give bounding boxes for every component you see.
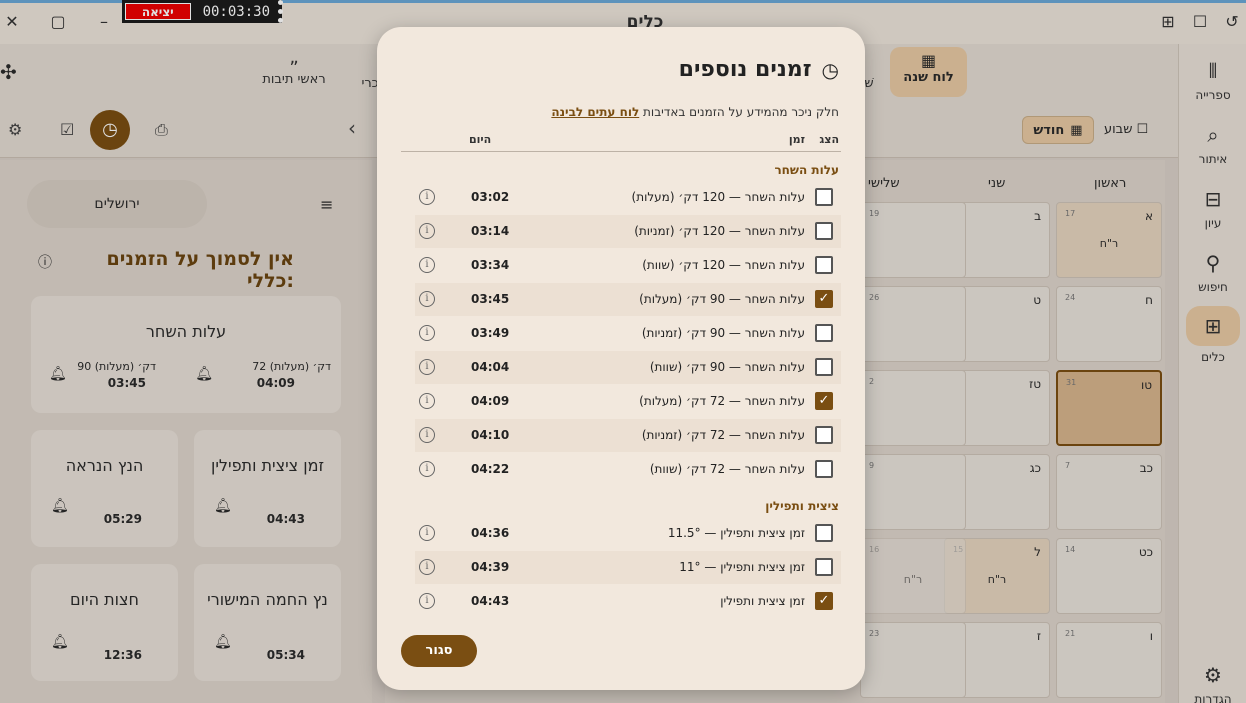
dialog-title-text: זמנים נוספים bbox=[678, 57, 812, 82]
dialog-title: ◷ זמנים נוספים bbox=[679, 57, 839, 82]
show-checkbox[interactable]: ✓ bbox=[815, 392, 833, 410]
time-value: 04:04 bbox=[471, 360, 510, 374]
time-label: עלות השחר — 90 דק׳ (זמניות) bbox=[641, 326, 805, 340]
info-icon[interactable]: i bbox=[419, 393, 435, 409]
show-checkbox[interactable] bbox=[815, 256, 833, 274]
time-label: עלות השחר — 72 דק׳ (מעלות) bbox=[639, 394, 805, 408]
time-value: 03:45 bbox=[471, 292, 510, 306]
info-icon[interactable]: i bbox=[419, 189, 435, 205]
time-label: זמן ציצית ותפילין — 11.5° bbox=[667, 526, 805, 540]
time-label: עלות השחר — 90 דק׳ (מעלות) bbox=[639, 292, 805, 306]
divider bbox=[401, 151, 841, 152]
time-row[interactable]: עלות השחר — 120 דק׳ (מעלות) 03:02 i bbox=[415, 181, 841, 214]
time-row[interactable]: ✓ עלות השחר — 72 דק׳ (מעלות) 04:09 i bbox=[415, 385, 841, 418]
time-value: 04:36 bbox=[471, 526, 510, 540]
col-header-show: הצג bbox=[819, 133, 839, 146]
time-value: 03:34 bbox=[471, 258, 510, 272]
show-checkbox[interactable] bbox=[815, 222, 833, 240]
info-icon[interactable]: i bbox=[419, 325, 435, 341]
show-checkbox[interactable] bbox=[815, 524, 833, 542]
section-title: עלות השחר bbox=[774, 163, 839, 177]
time-row[interactable]: עלות השחר — 90 דק׳ (זמניות) 03:49 i bbox=[415, 317, 841, 350]
show-checkbox[interactable] bbox=[815, 460, 833, 478]
time-value: 04:10 bbox=[471, 428, 510, 442]
time-label: עלות השחר — 72 דק׳ (שוות) bbox=[649, 462, 805, 476]
time-value: 04:39 bbox=[471, 560, 510, 574]
time-row[interactable]: זמן ציצית ותפילין — 11.5° 04:36 i bbox=[415, 517, 841, 550]
time-value: 04:22 bbox=[471, 462, 510, 476]
col-header-today: היום bbox=[469, 133, 492, 146]
close-button[interactable]: סגור bbox=[401, 635, 477, 667]
time-label: זמן ציצית ותפילין bbox=[720, 594, 805, 608]
time-row[interactable]: עלות השחר — 90 דק׳ (שוות) 04:04 i bbox=[415, 351, 841, 384]
show-checkbox[interactable]: ✓ bbox=[815, 290, 833, 308]
time-value: 03:14 bbox=[471, 224, 510, 238]
time-row[interactable]: עלות השחר — 72 דק׳ (שוות) 04:22 i bbox=[415, 453, 841, 486]
info-icon[interactable]: i bbox=[419, 559, 435, 575]
show-checkbox[interactable] bbox=[815, 558, 833, 576]
subtitle-text: חלק ניכר מהמידע על הזמנים באדיבות bbox=[639, 105, 839, 119]
clock-icon: ◷ bbox=[821, 57, 839, 82]
show-checkbox[interactable] bbox=[815, 358, 833, 376]
time-row[interactable]: ✓ זמן ציצית ותפילין 04:43 i bbox=[415, 585, 841, 618]
show-checkbox[interactable] bbox=[815, 188, 833, 206]
info-icon[interactable]: i bbox=[419, 461, 435, 477]
extra-times-dialog: ◷ זמנים נוספים חלק ניכר מהמידע על הזמנים… bbox=[377, 27, 865, 690]
info-icon[interactable]: i bbox=[419, 223, 435, 239]
time-label: עלות השחר — 120 דק׳ (מעלות) bbox=[631, 190, 805, 204]
time-value: 04:09 bbox=[471, 394, 510, 408]
time-label: עלות השחר — 120 דק׳ (שוות) bbox=[642, 258, 805, 272]
time-row[interactable]: עלות השחר — 120 דק׳ (שוות) 03:34 i bbox=[415, 249, 841, 282]
section-title: ציצית ותפילין bbox=[765, 499, 839, 513]
time-value: 04:43 bbox=[471, 594, 510, 608]
show-checkbox[interactable] bbox=[815, 324, 833, 342]
time-value: 03:49 bbox=[471, 326, 510, 340]
time-row[interactable]: עלות השחר — 72 דק׳ (זמניות) 04:10 i bbox=[415, 419, 841, 452]
dialog-subtitle: חלק ניכר מהמידע על הזמנים באדיבות לוח עת… bbox=[551, 105, 839, 119]
show-checkbox[interactable]: ✓ bbox=[815, 592, 833, 610]
col-header-time: זמן bbox=[788, 133, 805, 146]
time-row[interactable]: ✓ עלות השחר — 90 דק׳ (מעלות) 03:45 i bbox=[415, 283, 841, 316]
show-checkbox[interactable] bbox=[815, 426, 833, 444]
time-row[interactable]: זמן ציצית ותפילין — 11° 04:39 i bbox=[415, 551, 841, 584]
time-label: עלות השחר — 72 דק׳ (זמניות) bbox=[641, 428, 805, 442]
time-value: 03:02 bbox=[471, 190, 510, 204]
time-label: עלות השחר — 120 דק׳ (זמניות) bbox=[634, 224, 805, 238]
info-icon[interactable]: i bbox=[419, 427, 435, 443]
info-icon[interactable]: i bbox=[419, 525, 435, 541]
info-icon[interactable]: i bbox=[419, 593, 435, 609]
info-icon[interactable]: i bbox=[419, 359, 435, 375]
info-icon[interactable]: i bbox=[419, 291, 435, 307]
source-link[interactable]: לוח עתים לבינה bbox=[551, 105, 639, 119]
time-label: עלות השחר — 90 דק׳ (שוות) bbox=[649, 360, 805, 374]
time-label: זמן ציצית ותפילין — 11° bbox=[679, 560, 805, 574]
time-row[interactable]: עלות השחר — 120 דק׳ (זמניות) 03:14 i bbox=[415, 215, 841, 248]
info-icon[interactable]: i bbox=[419, 257, 435, 273]
